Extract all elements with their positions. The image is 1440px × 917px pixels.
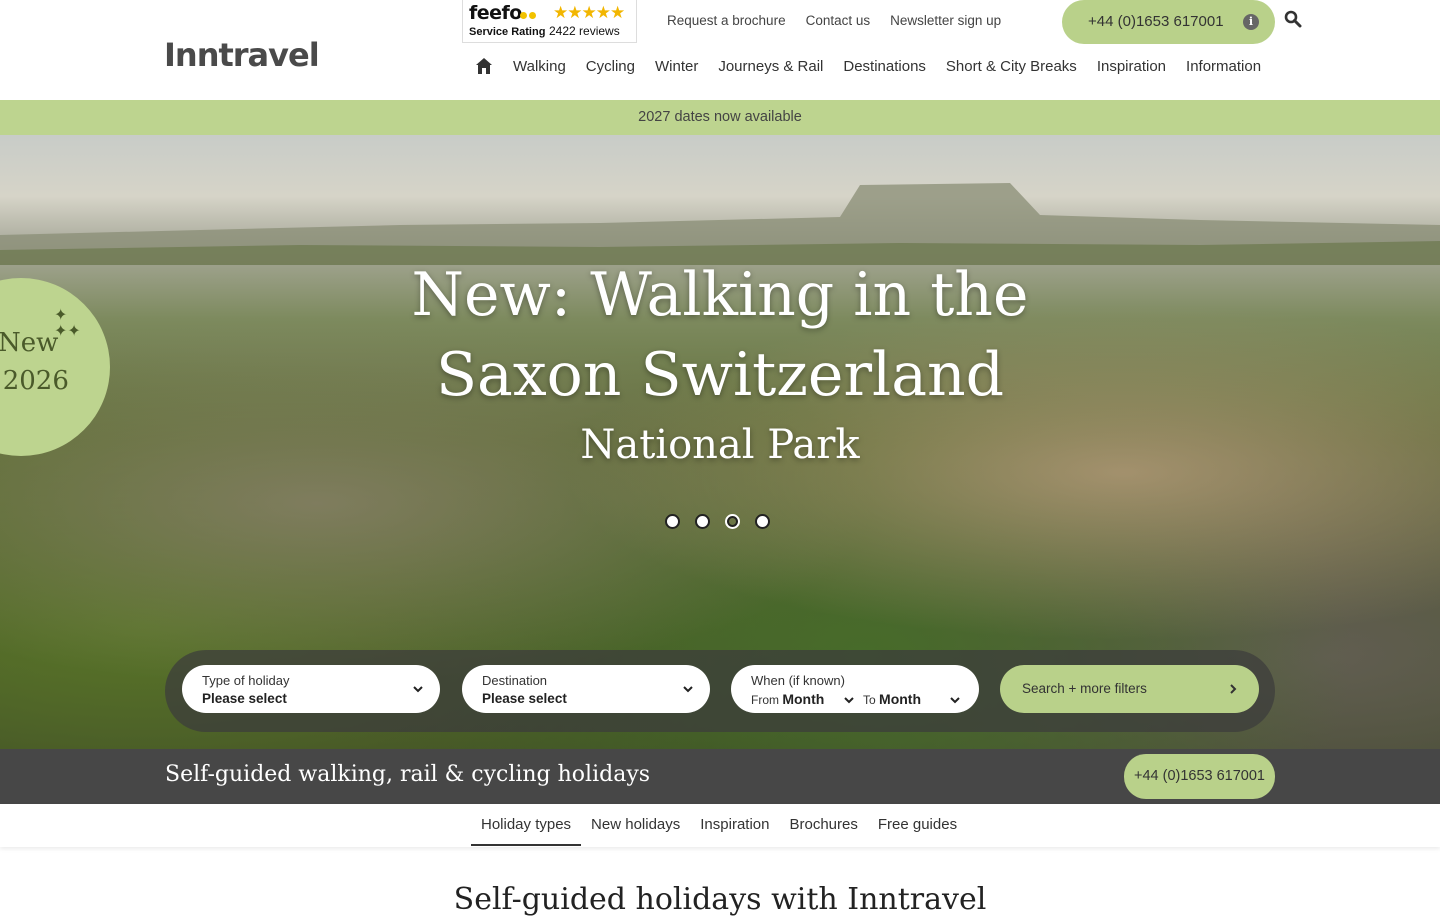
site-logo[interactable]: Inntravel <box>164 36 320 74</box>
section-tabs: Holiday types New holidays Inspiration B… <box>0 804 1440 847</box>
feefo-brand: feefo <box>469 2 522 24</box>
star-rating-icon: ★★★★★ <box>553 3 625 22</box>
newsletter-signup-link[interactable]: Newsletter sign up <box>890 13 1001 28</box>
holiday-search-bar: Type of holiday Please select Destinatio… <box>165 650 1275 732</box>
feefo-logo-icon <box>520 6 538 19</box>
destination-label: Destination <box>482 673 548 688</box>
tagline-phone-button[interactable]: +44 (0)1653 617001 <box>1124 754 1275 799</box>
nav-walking[interactable]: Walking <box>513 58 566 75</box>
search-icon[interactable] <box>1284 10 1302 28</box>
hero-subtitle[interactable]: National Park <box>0 422 1440 468</box>
destination-select[interactable]: Destination Please select <box>462 665 710 713</box>
nav-short-city-breaks[interactable]: Short & City Breaks <box>946 58 1077 75</box>
contact-us-link[interactable]: Contact us <box>806 13 871 28</box>
site-header: Inntravel feefo ★★★★★ Service Rating 242… <box>0 0 1440 100</box>
when-date-selector: When (if known) From Month To Month <box>731 665 979 713</box>
header-phone-button[interactable]: +44 (0)1653 617001 i <box>1062 0 1275 44</box>
tab-new-holidays[interactable]: New holidays <box>581 804 690 846</box>
chevron-down-icon[interactable] <box>843 694 855 706</box>
to-month-value: Month <box>879 691 922 707</box>
tagline-text: Self-guided walking, rail & cycling holi… <box>165 762 651 787</box>
nav-inspiration[interactable]: Inspiration <box>1097 58 1166 75</box>
home-icon[interactable] <box>475 57 493 75</box>
tagline-strip: Self-guided walking, rail & cycling holi… <box>0 749 1440 804</box>
chevron-right-icon <box>1230 684 1237 694</box>
feefo-rating-widget[interactable]: feefo ★★★★★ Service Rating 2422 reviews <box>462 0 637 43</box>
carousel-dot-1[interactable] <box>665 514 680 529</box>
chevron-down-icon <box>683 686 693 693</box>
when-label: When (if known) <box>751 673 845 688</box>
tab-holiday-types[interactable]: Holiday types <box>471 804 582 846</box>
carousel-pagination <box>665 514 770 529</box>
hero-carousel: New r 2026 ✦✦✦ New: Walking in the Saxon… <box>0 135 1440 749</box>
holiday-type-value: Please select <box>202 691 287 706</box>
search-submit-label: Search + more filters <box>1022 681 1147 696</box>
main-navigation: Walking Cycling Winter Journeys & Rail D… <box>475 57 1261 75</box>
tab-free-guides[interactable]: Free guides <box>868 804 967 846</box>
hero-title-line-2[interactable]: Saxon Switzerland <box>0 340 1440 410</box>
destination-value: Please select <box>482 691 567 706</box>
hero-title-line-1[interactable]: New: Walking in the <box>0 260 1440 330</box>
nav-winter[interactable]: Winter <box>655 58 698 75</box>
carousel-dot-4[interactable] <box>755 514 770 529</box>
carousel-dot-3[interactable] <box>725 514 740 529</box>
tab-inspiration[interactable]: Inspiration <box>690 804 779 846</box>
hero-landscape-image <box>0 183 1440 265</box>
request-brochure-link[interactable]: Request a brochure <box>667 13 786 28</box>
chevron-down-icon[interactable] <box>949 694 961 706</box>
holiday-type-label: Type of holiday <box>202 673 290 688</box>
holiday-type-select[interactable]: Type of holiday Please select <box>182 665 440 713</box>
nav-cycling[interactable]: Cycling <box>586 58 635 75</box>
nav-destinations[interactable]: Destinations <box>843 58 926 75</box>
chevron-down-icon <box>413 686 423 693</box>
tab-brochures[interactable]: Brochures <box>779 804 867 846</box>
from-month-value: Month <box>782 691 825 707</box>
feefo-service-label: Service Rating <box>469 26 546 38</box>
nav-information[interactable]: Information <box>1186 58 1261 75</box>
from-month-select[interactable]: From Month <box>751 691 824 707</box>
feefo-review-count: 2422 reviews <box>549 24 620 38</box>
info-icon[interactable]: i <box>1243 14 1259 30</box>
nav-journeys-rail[interactable]: Journeys & Rail <box>718 58 823 75</box>
utility-links: Request a brochure Contact us Newsletter… <box>667 13 1001 28</box>
to-month-select[interactable]: To Month <box>863 691 921 707</box>
search-submit-button[interactable]: Search + more filters <box>1000 665 1259 713</box>
announcement-banner[interactable]: 2027 dates now available <box>0 100 1440 135</box>
header-phone-number: +44 (0)1653 617001 <box>1088 13 1224 30</box>
to-label: To <box>863 693 876 707</box>
from-label: From <box>751 693 779 707</box>
carousel-dot-2[interactable] <box>695 514 710 529</box>
